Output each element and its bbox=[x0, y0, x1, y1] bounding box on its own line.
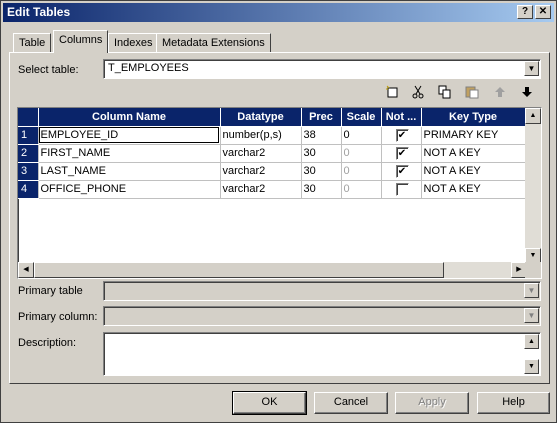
cell-datatype[interactable]: varchar2 bbox=[220, 162, 302, 181]
row-number: 3 bbox=[18, 162, 39, 181]
column-name-header[interactable]: Column Name bbox=[38, 108, 221, 127]
cancel-button[interactable]: Cancel bbox=[314, 392, 388, 414]
description-textarea[interactable]: ▲ ▼ bbox=[103, 332, 541, 376]
grid-header-row: Column Name Datatype Prec Scale Not ... … bbox=[18, 108, 526, 127]
select-table-dropdown[interactable]: T_EMPLOYEES ▼ bbox=[103, 59, 541, 79]
primary-table-label: Primary table bbox=[18, 285, 83, 297]
grid-vertical-scrollbar[interactable]: ▲ ▼ bbox=[525, 108, 541, 264]
move-up-icon[interactable] bbox=[491, 85, 509, 101]
cell-scale[interactable]: 0 bbox=[341, 126, 382, 145]
cell-not-null[interactable] bbox=[381, 180, 422, 199]
help-button[interactable]: Help bbox=[477, 392, 550, 414]
cell-not-null[interactable]: ✔ bbox=[381, 126, 422, 145]
cell-scale[interactable]: 0 bbox=[341, 144, 382, 163]
row-number-header bbox=[18, 108, 39, 127]
cell-datatype[interactable]: varchar2 bbox=[220, 144, 302, 163]
table-row[interactable]: 3 LAST_NAME varchar2 30 0 ✔ NOT A KEY bbox=[18, 162, 526, 181]
cell-prec[interactable]: 30 bbox=[301, 144, 342, 163]
cell-column-name[interactable]: LAST_NAME bbox=[38, 162, 221, 181]
paste-icon[interactable] bbox=[463, 85, 481, 101]
primary-table-dropdown: ▼ bbox=[103, 281, 541, 301]
select-table-label: Select table: bbox=[18, 64, 79, 76]
not-null-checkbox[interactable]: ✔ bbox=[395, 146, 409, 160]
apply-button[interactable]: Apply bbox=[395, 392, 469, 414]
row-number: 2 bbox=[18, 144, 39, 163]
edit-tables-window: Edit Tables ? ✕ Table Columns Indexes Me… bbox=[0, 0, 557, 423]
scroll-up-icon[interactable]: ▲ bbox=[524, 334, 539, 349]
cell-column-name[interactable]: OFFICE_PHONE bbox=[38, 180, 221, 199]
tab-indexes[interactable]: Indexes bbox=[108, 33, 159, 52]
copy-icon[interactable] bbox=[436, 85, 454, 101]
not-null-header[interactable]: Not ... bbox=[381, 108, 422, 127]
cell-scale[interactable]: 0 bbox=[341, 180, 382, 199]
ok-button[interactable]: OK bbox=[232, 391, 307, 415]
cell-datatype[interactable]: number(p,s) bbox=[220, 126, 302, 145]
select-table-value: T_EMPLOYEES bbox=[108, 62, 189, 74]
cell-key-type[interactable]: NOT A KEY bbox=[421, 144, 526, 163]
chevron-down-icon[interactable]: ▼ bbox=[524, 61, 539, 76]
cell-key-type[interactable]: PRIMARY KEY bbox=[421, 126, 526, 145]
cell-key-type[interactable]: NOT A KEY bbox=[421, 180, 526, 199]
window-title: Edit Tables bbox=[7, 5, 71, 19]
cell-datatype[interactable]: varchar2 bbox=[220, 180, 302, 199]
cell-column-name[interactable]: FIRST_NAME bbox=[38, 144, 221, 163]
tab-columns[interactable]: Columns bbox=[53, 30, 109, 53]
not-null-checkbox[interactable]: ✔ bbox=[395, 128, 409, 142]
new-column-icon[interactable] bbox=[383, 85, 401, 101]
cell-prec[interactable]: 30 bbox=[301, 180, 342, 199]
cell-scale[interactable]: 0 bbox=[341, 162, 382, 181]
cell-column-name[interactable]: EMPLOYEE_ID bbox=[38, 126, 221, 145]
tab-table[interactable]: Table bbox=[13, 33, 52, 52]
grid-horizontal-scrollbar[interactable]: ◀ ▶ bbox=[18, 262, 527, 278]
chevron-down-icon: ▼ bbox=[524, 283, 539, 298]
scroll-left-icon[interactable]: ◀ bbox=[18, 262, 34, 278]
row-number: 4 bbox=[18, 180, 39, 199]
not-null-checkbox[interactable] bbox=[395, 182, 409, 196]
cut-icon[interactable] bbox=[409, 85, 427, 101]
title-bar[interactable]: Edit Tables ? ✕ bbox=[3, 3, 554, 22]
move-down-icon[interactable] bbox=[518, 85, 536, 101]
cell-prec[interactable]: 30 bbox=[301, 162, 342, 181]
prec-header[interactable]: Prec bbox=[301, 108, 342, 127]
columns-table: Column Name Datatype Prec Scale Not ... … bbox=[18, 108, 526, 199]
tab-metadata-extensions[interactable]: Metadata Extensions bbox=[156, 33, 271, 52]
table-row[interactable]: 1 EMPLOYEE_ID number(p,s) 38 0 ✔ PRIMARY KEY bbox=[18, 126, 526, 145]
scale-header[interactable]: Scale bbox=[341, 108, 382, 127]
datatype-header[interactable]: Datatype bbox=[220, 108, 302, 127]
table-row[interactable]: 2 FIRST_NAME varchar2 30 0 ✔ NOT A KEY bbox=[18, 144, 526, 163]
primary-column-dropdown: ▼ bbox=[103, 306, 541, 326]
scroll-up-icon[interactable]: ▲ bbox=[525, 108, 541, 124]
scroll-corner bbox=[525, 262, 541, 278]
cell-prec[interactable]: 38 bbox=[301, 126, 342, 145]
scroll-down-icon[interactable]: ▼ bbox=[524, 359, 539, 374]
key-type-header[interactable]: Key Type bbox=[421, 108, 526, 127]
not-null-checkbox[interactable]: ✔ bbox=[395, 164, 409, 178]
cell-not-null[interactable]: ✔ bbox=[381, 144, 422, 163]
table-row[interactable]: 4 OFFICE_PHONE varchar2 30 0 NOT A KEY bbox=[18, 180, 526, 199]
row-number: 1 bbox=[18, 126, 39, 145]
chevron-down-icon: ▼ bbox=[524, 308, 539, 323]
primary-column-label: Primary column: bbox=[18, 311, 98, 323]
close-icon[interactable]: ✕ bbox=[535, 5, 551, 19]
columns-grid[interactable]: Column Name Datatype Prec Scale Not ... … bbox=[17, 107, 542, 279]
cell-not-null[interactable]: ✔ bbox=[381, 162, 422, 181]
cell-key-type[interactable]: NOT A KEY bbox=[421, 162, 526, 181]
help-icon[interactable]: ? bbox=[517, 5, 533, 19]
horizontal-scroll-thumb[interactable] bbox=[34, 262, 444, 278]
description-label: Description: bbox=[18, 337, 77, 349]
